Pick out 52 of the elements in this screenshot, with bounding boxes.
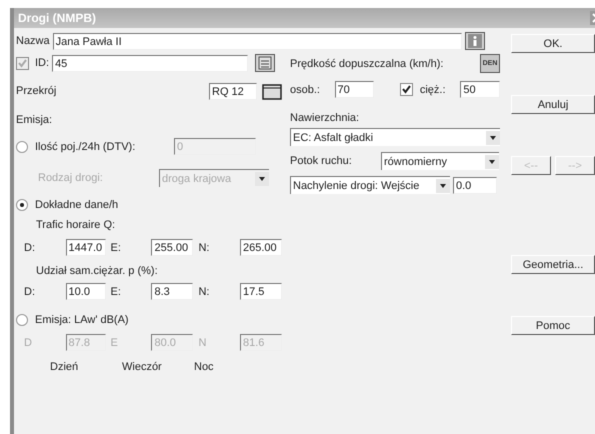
window-title: Drogi (NMPB): [18, 11, 96, 25]
column-caption: Noc: [194, 361, 215, 373]
option-label: Ilość poj./24h (DTV):: [35, 140, 136, 152]
option-label: Emisja: LAw' dB(A): [35, 314, 129, 326]
field-label: Trafic horaire Q:: [36, 219, 116, 231]
section-label: Emisja:: [16, 114, 54, 126]
field-label: Nazwa: [16, 35, 50, 47]
input-field[interactable]: 17.5: [240, 283, 282, 300]
field-label: Potok ruchu:: [290, 155, 353, 167]
field-label: D:: [24, 286, 36, 298]
dialog-button[interactable]: Pomoc: [511, 316, 595, 335]
input-field[interactable]: 1447.0: [66, 239, 106, 256]
field-label: N:: [198, 242, 210, 254]
field-label: E:: [110, 286, 122, 298]
input-field[interactable]: 70: [334, 81, 374, 98]
field-label: ID:: [35, 57, 50, 69]
field-label: D:: [24, 242, 36, 254]
field-label: Udział sam.ciężar. p (%):: [36, 265, 159, 277]
table-icon[interactable]: [255, 54, 276, 72]
field-label: Rodzaj drogi:: [38, 172, 104, 184]
option-label: Dokładne dane/h: [35, 199, 118, 211]
dialog-button[interactable]: Geometria...: [511, 255, 595, 274]
folder-icon[interactable]: [262, 82, 282, 100]
input-field[interactable]: 8.3: [151, 283, 194, 300]
input-field[interactable]: 0.0: [453, 176, 497, 194]
field-label: N: [198, 336, 208, 348]
info-icon[interactable]: [464, 32, 485, 50]
field-label: cięż.:: [420, 84, 447, 96]
column-caption: Dzień: [50, 361, 80, 373]
column-caption: Wieczór: [122, 361, 163, 373]
input-field[interactable]: 255.00: [151, 239, 194, 256]
field-label: Prędkość dopuszczalna (km/h):: [290, 58, 444, 70]
checkbox[interactable]: [400, 83, 413, 96]
dropdown[interactable]: równomierny: [381, 152, 499, 170]
dropdown[interactable]: Nachylenie drogi: Wejście: [290, 176, 450, 194]
field-label: E: [110, 336, 119, 348]
name-field[interactable]: Jana Pawła II: [52, 32, 462, 50]
radio-button[interactable]: [16, 314, 28, 326]
dropdown[interactable]: EC: Asfalt gładki: [290, 128, 500, 146]
field-label: osob.:: [290, 84, 321, 96]
field-label: Nawierzchnia:: [290, 112, 360, 124]
field-label: D: [24, 336, 33, 348]
dialog-button[interactable]: Anuluj: [511, 95, 595, 114]
field-label: N:: [198, 286, 210, 298]
input-field[interactable]: RQ 12: [209, 82, 257, 100]
input-field[interactable]: 10.0: [66, 283, 106, 300]
field-label: E:: [110, 242, 122, 254]
dialog-button[interactable]: OK.: [511, 34, 595, 53]
input-field[interactable]: 50: [460, 81, 500, 98]
radio-button[interactable]: [16, 199, 28, 211]
input-field[interactable]: 265.00: [240, 239, 282, 256]
field-label: Przekrój: [16, 85, 58, 97]
